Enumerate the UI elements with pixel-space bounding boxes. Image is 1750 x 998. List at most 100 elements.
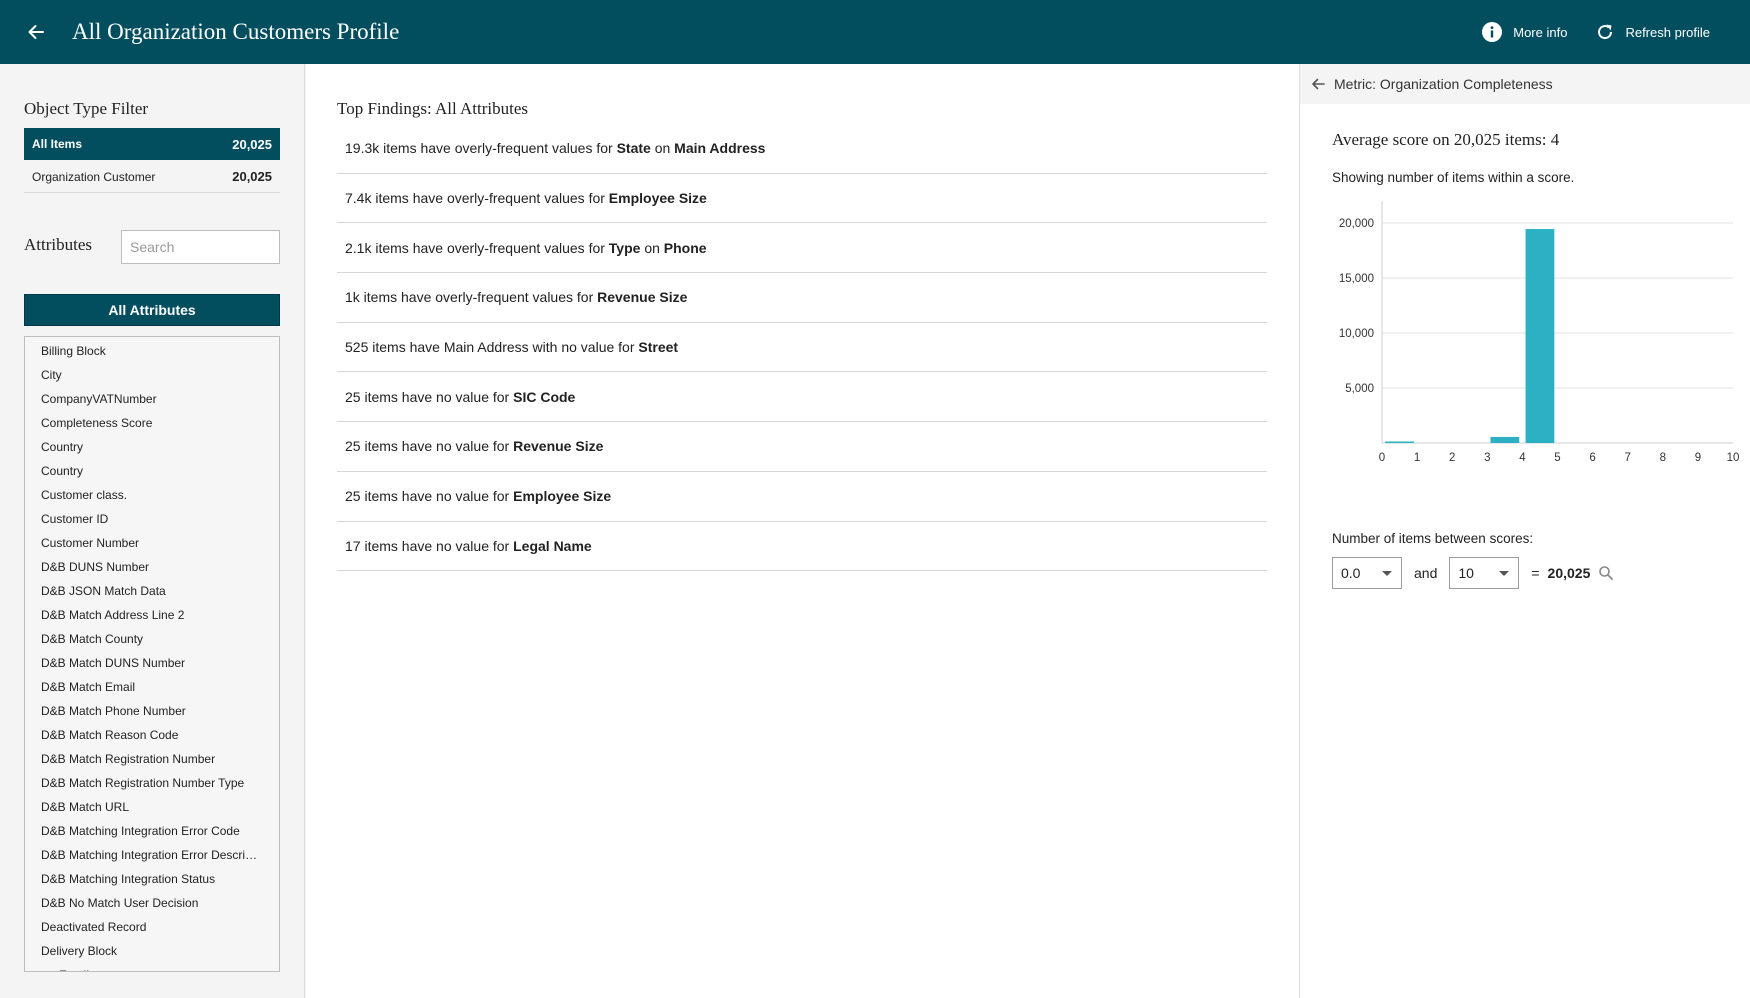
header-actions: More info Refresh profile (1481, 21, 1750, 43)
filter-organization-customer[interactable]: Organization Customer 20,025 (24, 161, 280, 193)
from-score-value: 0.0 (1341, 565, 1361, 581)
finding-text: 1k items have overly-frequent values for (345, 289, 598, 306)
filter-label: Organization Customer (32, 169, 156, 184)
finding-row[interactable]: 525 items have Main Address with no valu… (337, 323, 1267, 373)
finding-attribute: Type (608, 239, 641, 256)
y-tick-label: 10,000 (1339, 328, 1374, 340)
list-item[interactable]: D&B Match County (25, 627, 279, 651)
caret-down-icon (1499, 571, 1510, 576)
finding-row[interactable]: 25 items have no value for SIC Code (337, 372, 1267, 423)
x-tick-label: 10 (1727, 452, 1740, 464)
findings-list: 19.3k items have overly-frequent values … (337, 124, 1267, 572)
list-item[interactable]: D&B DUNS Number (25, 555, 279, 579)
y-tick-label: 5,000 (1345, 383, 1374, 395)
all-attributes-button[interactable]: All Attributes (24, 294, 280, 326)
list-item[interactable]: D&B No Match User Decision (25, 891, 279, 915)
back-button[interactable] (0, 0, 72, 64)
score-histogram: 5,000 10,000 15,000 20,000 0 1 2 3 4 5 6 7 8 9 10 (1339, 201, 1740, 464)
filter-label: All Items (32, 137, 83, 151)
finding-attribute: Revenue Size (597, 289, 688, 306)
finding-text: 25 items have no value for (345, 488, 514, 505)
attribute-search-input[interactable] (121, 230, 280, 264)
attribute-list[interactable]: Billing Block City CompanyVATNumber Comp… (24, 336, 280, 972)
list-item[interactable]: D&B Match Reason Code (25, 723, 279, 747)
list-item[interactable]: D&B Match URL (25, 795, 279, 819)
finding-row[interactable]: 17 items have no value for Legal Name (337, 522, 1267, 572)
from-score-select[interactable]: 0.0 (1332, 557, 1402, 589)
finding-row[interactable]: 1k items have overly-frequent values for… (337, 273, 1267, 323)
app-header: All Organization Customers Profile More … (0, 0, 1750, 64)
findings-title: Top Findings: All Attributes (337, 99, 529, 118)
info-icon (1482, 22, 1503, 42)
finding-attribute: Employee Size (608, 190, 707, 207)
x-tick-label: 0 (1379, 452, 1385, 464)
finding-text: on (640, 239, 664, 256)
x-tick-label: 5 (1554, 452, 1560, 464)
finding-attribute: Legal Name (513, 537, 592, 554)
list-item[interactable]: D&B JSON Match Data (25, 579, 279, 603)
finding-text: 25 items have no value for (345, 438, 514, 455)
list-item[interactable]: Customer ID (25, 507, 279, 531)
attributes-title: Attributes (24, 235, 92, 254)
chevron-right-icon (43, 971, 51, 972)
x-tick-label: 3 (1484, 452, 1490, 464)
y-tick-label: 15,000 (1339, 273, 1374, 285)
list-item-group[interactable]: Email (25, 963, 279, 972)
finding-attribute: SIC Code (513, 388, 576, 405)
arrow-left-icon (28, 25, 44, 39)
list-item[interactable]: D&B Matching Integration Error Descripti… (25, 843, 279, 867)
findings-panel: Top Findings: All Attributes 19.3k items… (306, 64, 1299, 998)
metric-panel: Metric: Organization Completeness Averag… (1299, 64, 1750, 998)
bar-score-4[interactable] (1525, 229, 1555, 443)
bar-score-0[interactable] (1385, 441, 1414, 444)
finding-text: 2.1k items have overly-frequent values f… (345, 239, 609, 256)
left-panel: Object Type Filter All Items 20,025 Orga… (0, 64, 305, 998)
list-item[interactable]: D&B Match DUNS Number (25, 651, 279, 675)
bar-score-3[interactable] (1490, 436, 1520, 443)
finding-attribute: Street (638, 339, 679, 356)
list-item[interactable]: Country (25, 459, 279, 483)
metric-header: Metric: Organization Completeness (1300, 64, 1750, 104)
refresh-profile-label: Refresh profile (1625, 24, 1710, 40)
refresh-profile-button[interactable]: Refresh profile (1595, 22, 1710, 42)
list-item[interactable]: City (25, 363, 279, 387)
list-item[interactable]: CompanyVATNumber (25, 387, 279, 411)
finding-attribute: Revenue Size (513, 438, 604, 455)
filter-all-items[interactable]: All Items 20,025 (24, 128, 280, 160)
list-item[interactable]: Customer class. (25, 483, 279, 507)
list-item[interactable]: D&B Matching Integration Error Code (25, 819, 279, 843)
finding-row[interactable]: 25 items have no value for Employee Size (337, 472, 1267, 522)
finding-attribute: State (616, 140, 651, 157)
list-item[interactable]: D&B Match Registration Number Type (25, 771, 279, 795)
refresh-icon (1598, 24, 1613, 40)
range-total: 20,025 (1547, 565, 1591, 581)
list-item[interactable]: Billing Block (25, 339, 279, 363)
finding-attribute: Employee Size (513, 488, 612, 505)
arrow-left-icon[interactable] (1310, 76, 1326, 92)
list-item[interactable]: Completeness Score (25, 411, 279, 435)
finding-row[interactable]: 25 items have no value for Revenue Size (337, 422, 1267, 472)
x-tick-label: 8 (1660, 452, 1666, 464)
finding-row[interactable]: 2.1k items have overly-frequent values f… (337, 223, 1267, 274)
object-type-filter-title: Object Type Filter (24, 99, 149, 118)
list-item[interactable]: D&B Matching Integration Status (25, 867, 279, 891)
list-item[interactable]: D&B Match Registration Number (25, 747, 279, 771)
more-info-button[interactable]: More info (1481, 21, 1567, 43)
y-tick-label: 20,000 (1339, 218, 1374, 230)
list-item[interactable]: Customer Number (25, 531, 279, 555)
x-tick-label: 2 (1449, 452, 1455, 464)
to-score-select[interactable]: 10 (1449, 557, 1520, 589)
search-icon[interactable] (1598, 565, 1614, 581)
list-item[interactable]: Country (25, 435, 279, 459)
finding-row[interactable]: 7.4k items have overly-frequent values f… (337, 174, 1267, 224)
score-range-filter: 0.0 and 10 = 20,025 (1332, 557, 1614, 589)
finding-row[interactable]: 19.3k items have overly-frequent values … (337, 124, 1267, 174)
finding-attribute: Phone (663, 239, 707, 256)
list-item[interactable]: Delivery Block (25, 939, 279, 963)
list-item[interactable]: D&B Match Address Line 2 (25, 603, 279, 627)
x-tick-label: 7 (1624, 452, 1630, 464)
list-item[interactable]: Deactivated Record (25, 915, 279, 939)
list-item[interactable]: D&B Match Phone Number (25, 699, 279, 723)
x-tick-label: 6 (1589, 452, 1595, 464)
list-item[interactable]: D&B Match Email (25, 675, 279, 699)
